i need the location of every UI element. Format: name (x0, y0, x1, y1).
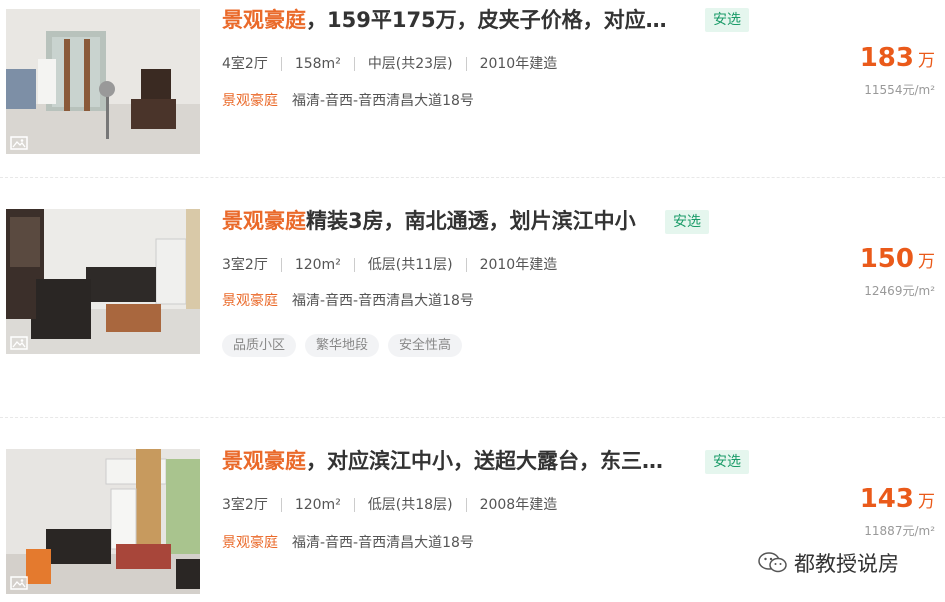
title-text: ，对应滨江中小，送超大露台，东三… (306, 449, 663, 473)
build-year: 2010年建造 (479, 257, 558, 273)
room-layout: 4室2厅 (222, 56, 268, 72)
total-price: 183 万 (860, 43, 935, 73)
listing-photo[interactable] (6, 9, 200, 154)
title-highlight: 景观豪庭 (222, 209, 306, 233)
title-highlight: 景观豪庭 (222, 449, 306, 473)
community-link[interactable]: 景观豪庭 (222, 93, 278, 109)
price-number: 143 (859, 484, 914, 514)
listing-meta: 3室2厅 120m² 低层(共18层) 2008年建造 (222, 496, 557, 514)
total-price: 143 万 (860, 484, 935, 514)
unit-price: 12469元/m² (864, 284, 935, 298)
watermark: 都教授说房 (758, 548, 899, 578)
listing-card[interactable]: 景观豪庭精装3房，南北通透，划片滨江中小 安选 3室2厅 120m² 低层(共11层… (0, 200, 945, 410)
unit-price: 11554元/m² (864, 83, 935, 97)
title-text: ，159平175万，皮夹子价格，对应… (306, 8, 667, 32)
listing-meta: 4室2厅 158m² 中层(共23层) 2010年建造 (222, 55, 557, 73)
floor-level: 低层(共11层) (367, 257, 453, 273)
listing-photo[interactable] (6, 209, 200, 354)
listing-card[interactable]: 景观豪庭，159平175万，皮夹子价格，对应… 安选 4室2厅 158m² 中层(共… (0, 0, 945, 170)
community-link[interactable]: 景观豪庭 (222, 293, 278, 309)
unit-price: 11887元/m² (864, 524, 935, 538)
anxuan-badge: 安选 (665, 210, 709, 234)
listing-list: 景观豪庭，159平175万，皮夹子价格，对应… 安选 4室2厅 158m² 中层(共… (0, 0, 945, 602)
anxuan-badge: 安选 (705, 8, 749, 32)
anxuan-badge: 安选 (705, 450, 749, 474)
feature-tag: 繁华地段 (305, 334, 380, 357)
listing-address: 景观豪庭 福清-音西-音西清昌大道18号 (222, 534, 474, 552)
build-year: 2010年建造 (479, 56, 558, 72)
watermark-text: 都教授说房 (794, 552, 899, 576)
price-number: 183 (859, 43, 914, 73)
listing-divider (0, 177, 945, 179)
image-gallery-icon (10, 576, 28, 590)
floor-level: 中层(共23层) (367, 56, 453, 72)
listing-title[interactable]: 景观豪庭，对应滨江中小，送超大露台，东三… (222, 449, 663, 473)
room-layout: 3室2厅 (222, 257, 268, 273)
image-gallery-icon (10, 136, 28, 150)
price-unit: 万 (918, 252, 935, 272)
listing-title[interactable]: 景观豪庭精装3房，南北通透，划片滨江中小 (222, 209, 636, 233)
listing-title[interactable]: 景观豪庭，159平175万，皮夹子价格，对应… (222, 8, 667, 32)
room-layout: 3室2厅 (222, 497, 268, 513)
floor-level: 低层(共18层) (367, 497, 453, 513)
listing-address: 景观豪庭 福清-音西-音西清昌大道18号 (222, 92, 474, 110)
listing-address: 景观豪庭 福清-音西-音西清昌大道18号 (222, 292, 474, 310)
total-price: 150 万 (860, 244, 935, 274)
title-text: 精装3房，南北通透，划片滨江中小 (306, 209, 636, 233)
floor-area: 158m² (294, 56, 341, 72)
listing-photo[interactable] (6, 449, 200, 594)
image-gallery-icon (10, 336, 28, 350)
location-text: 福清-音西-音西清昌大道18号 (292, 93, 474, 109)
feature-tags: 品质小区 繁华地段 安全性高 (222, 334, 471, 357)
feature-tag: 品质小区 (222, 334, 297, 357)
floor-area: 120m² (294, 497, 341, 513)
location-text: 福清-音西-音西清昌大道18号 (292, 535, 474, 551)
title-highlight: 景观豪庭 (222, 8, 306, 32)
community-link[interactable]: 景观豪庭 (222, 535, 278, 551)
listing-divider (0, 417, 945, 419)
feature-tag: 安全性高 (388, 334, 463, 357)
price-number: 150 (859, 244, 914, 274)
price-unit: 万 (918, 51, 935, 71)
build-year: 2008年建造 (479, 497, 558, 513)
location-text: 福清-音西-音西清昌大道18号 (292, 293, 474, 309)
price-unit: 万 (918, 492, 935, 512)
wechat-icon (758, 552, 787, 573)
listing-meta: 3室2厅 120m² 低层(共11层) 2010年建造 (222, 256, 557, 274)
floor-area: 120m² (294, 257, 341, 273)
